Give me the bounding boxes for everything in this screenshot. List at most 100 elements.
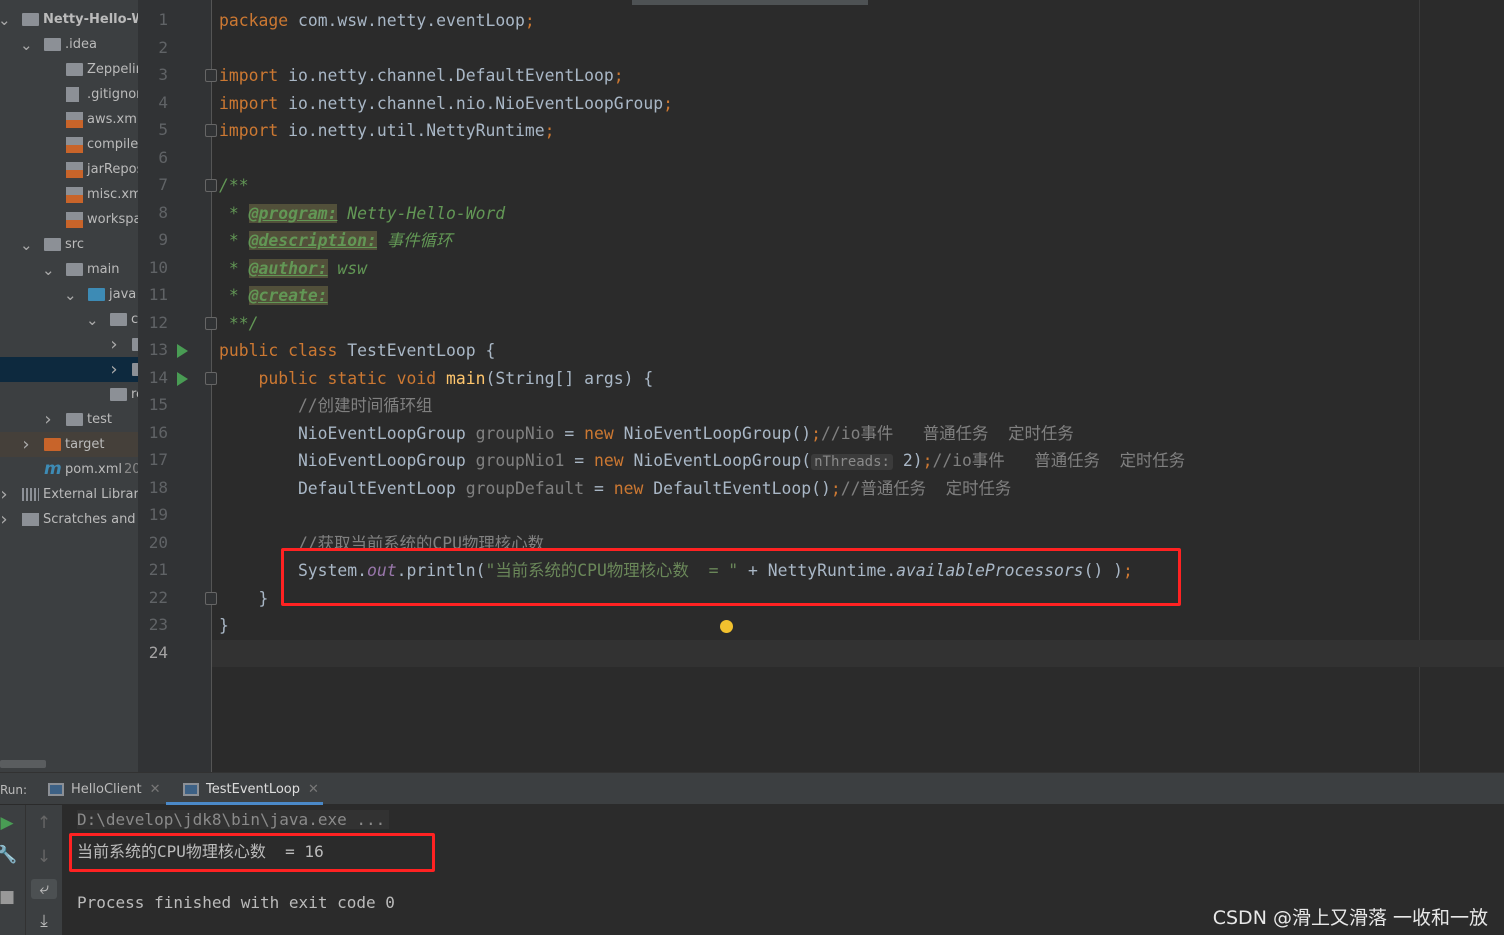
chevron-right-icon[interactable]: › [42,409,54,430]
line-number: 23 [148,615,168,634]
fold-marker-icon[interactable] [205,591,217,605]
code-line[interactable]: * @author: wsw [219,255,367,282]
code-token: NioEventLoopGroup [219,451,476,470]
xml-file-icon [66,161,83,178]
tree-item[interactable]: ⌄ main [0,257,138,282]
code-line[interactable]: } [219,585,268,612]
tree-item-label: Zeppelin [87,62,138,77]
line-number: 16 [148,422,168,442]
close-icon[interactable]: ✕ [308,782,319,797]
code-line[interactable]: package com.wsw.netty.eventLoop; [219,7,535,34]
fold-marker-icon[interactable] [205,69,217,82]
folder-icon [66,413,83,426]
tree-item[interactable]: › External Librarie [0,482,138,507]
fold-marker-icon[interactable] [205,371,217,385]
code-line[interactable]: NioEventLoopGroup groupNio1 = new NioEve… [219,447,1185,474]
fold-marker-icon[interactable] [205,316,217,330]
project-tree[interactable]: ⌄ Netty-Hello-Wo ⌄ .idea Zeppelin .gitignore a… [0,0,138,772]
run-icon[interactable] [177,344,188,358]
chevron-right-icon[interactable]: › [20,434,32,455]
code-token: ; [613,66,624,85]
tree-item[interactable]: › Scratches and Co [0,507,138,532]
tree-horizontal-scrollbar[interactable] [0,760,46,768]
code-token: TestEventLoop { [347,341,496,360]
tree-item[interactable]: workspa [0,207,138,232]
chevron-right-icon[interactable]: › [0,484,10,505]
code-token: groupNio1 [475,451,565,470]
tree-item[interactable]: ⌄ src [0,232,138,257]
tree-item-label: External Librarie [43,487,138,502]
tree-item[interactable]: ⌄ .idea [0,32,138,57]
console-toolbar: ↑ ↓ ⤶ ⤓ [25,805,62,935]
code-line[interactable]: **/ [219,310,259,337]
code-line[interactable]: * @program: Netty-Hello-Word [219,200,505,227]
tree-item[interactable]: jarRepos [0,157,138,182]
tree-item[interactable]: ⌄ c [0,307,138,332]
chevron-down-icon[interactable]: ⌄ [20,236,33,254]
code-line[interactable]: import io.netty.util.NettyRuntime; [219,117,555,144]
code-line[interactable]: } [219,612,229,639]
tree-item-label: target [65,437,105,452]
tree-item-label: test [87,412,112,427]
close-icon[interactable]: ✕ [150,782,161,797]
code-line[interactable]: public static void main(String[] args) { [219,365,653,392]
code-token: ; [663,93,673,113]
tree-item[interactable]: Zeppelin [0,57,138,82]
chevron-down-icon[interactable]: ⌄ [0,11,11,29]
tree-item[interactable]: › test [0,407,138,432]
chevron-down-icon[interactable]: ⌄ [64,286,77,304]
tree-item[interactable]: › target [0,432,138,457]
tree-item[interactable]: › [0,357,138,382]
tree-item[interactable]: .gitignore [0,82,138,107]
lightbulb-icon[interactable] [720,620,733,633]
tree-item[interactable]: › [0,332,138,357]
tree-item[interactable]: reso [0,382,138,407]
tree-item[interactable]: misc.xml [0,182,138,207]
arrow-down-icon[interactable]: ↓ [31,847,57,867]
wrench-icon[interactable]: 🔧 [0,845,20,865]
chevron-right-icon[interactable]: › [108,359,120,380]
chevron-right-icon[interactable]: › [108,334,120,355]
code-token: @author: [248,258,328,278]
chevron-down-icon[interactable]: ⌄ [42,261,55,279]
code-line[interactable]: * @description: 事件循环 [219,227,452,254]
code-line[interactable]: //创建时间循环组 [219,392,432,419]
chevron-down-icon[interactable]: ⌄ [20,36,33,54]
tree-item[interactable]: compiler [0,132,138,157]
chevron-right-icon[interactable]: › [0,509,10,530]
scroll-to-end-icon[interactable]: ⤓ [31,911,57,931]
tab-helloclient[interactable]: HelloClient ✕ [48,773,161,806]
editor-scrollbar[interactable] [632,0,868,5]
chevron-down-icon[interactable]: ⌄ [86,311,99,329]
fold-marker-icon[interactable] [205,124,217,137]
tree-item[interactable]: ⌄ java [0,282,138,307]
code-line[interactable]: public class TestEventLoop { [219,337,495,364]
rerun-icon[interactable]: ▶ [0,813,20,833]
line-number: 10 [148,257,168,277]
tree-item[interactable]: ⌄ Netty-Hello-Wo [0,7,138,32]
code-line[interactable]: DefaultEventLoop groupDefault = new Defa… [219,475,1011,502]
tree-item[interactable]: aws.xml [0,107,138,132]
line-number: 24 [148,642,168,662]
code-token: //创建时间循环组 [219,396,433,415]
code-line[interactable]: import io.netty.channel.nio.NioEventLoop… [219,90,673,117]
folder-icon [66,63,83,76]
code-token: DefaultEventLoop [219,478,466,498]
tree-item-label: .idea [65,37,97,52]
code-line[interactable]: /** [219,172,249,199]
line-number: 5 [158,120,168,139]
code-token: **/ [219,313,259,333]
line-number: 6 [158,147,168,167]
stop-icon[interactable]: ■ [0,887,20,907]
parameter-hint: nThreads: [811,454,893,470]
fold-marker-icon[interactable] [205,179,217,192]
code-line[interactable]: * @create: [219,282,328,309]
arrow-up-icon[interactable]: ↑ [31,813,57,833]
code-token: //普通任务 定时任务 [840,478,1012,498]
code-line[interactable]: import io.netty.channel.DefaultEventLoop… [219,62,624,89]
run-icon[interactable] [177,371,188,386]
code-line[interactable]: NioEventLoopGroup groupNio = new NioEven… [219,420,1074,447]
code-token: new [594,451,634,470]
soft-wrap-icon[interactable]: ⤶ [31,879,57,899]
tree-item[interactable]: m pom.xml 20 [0,457,138,482]
